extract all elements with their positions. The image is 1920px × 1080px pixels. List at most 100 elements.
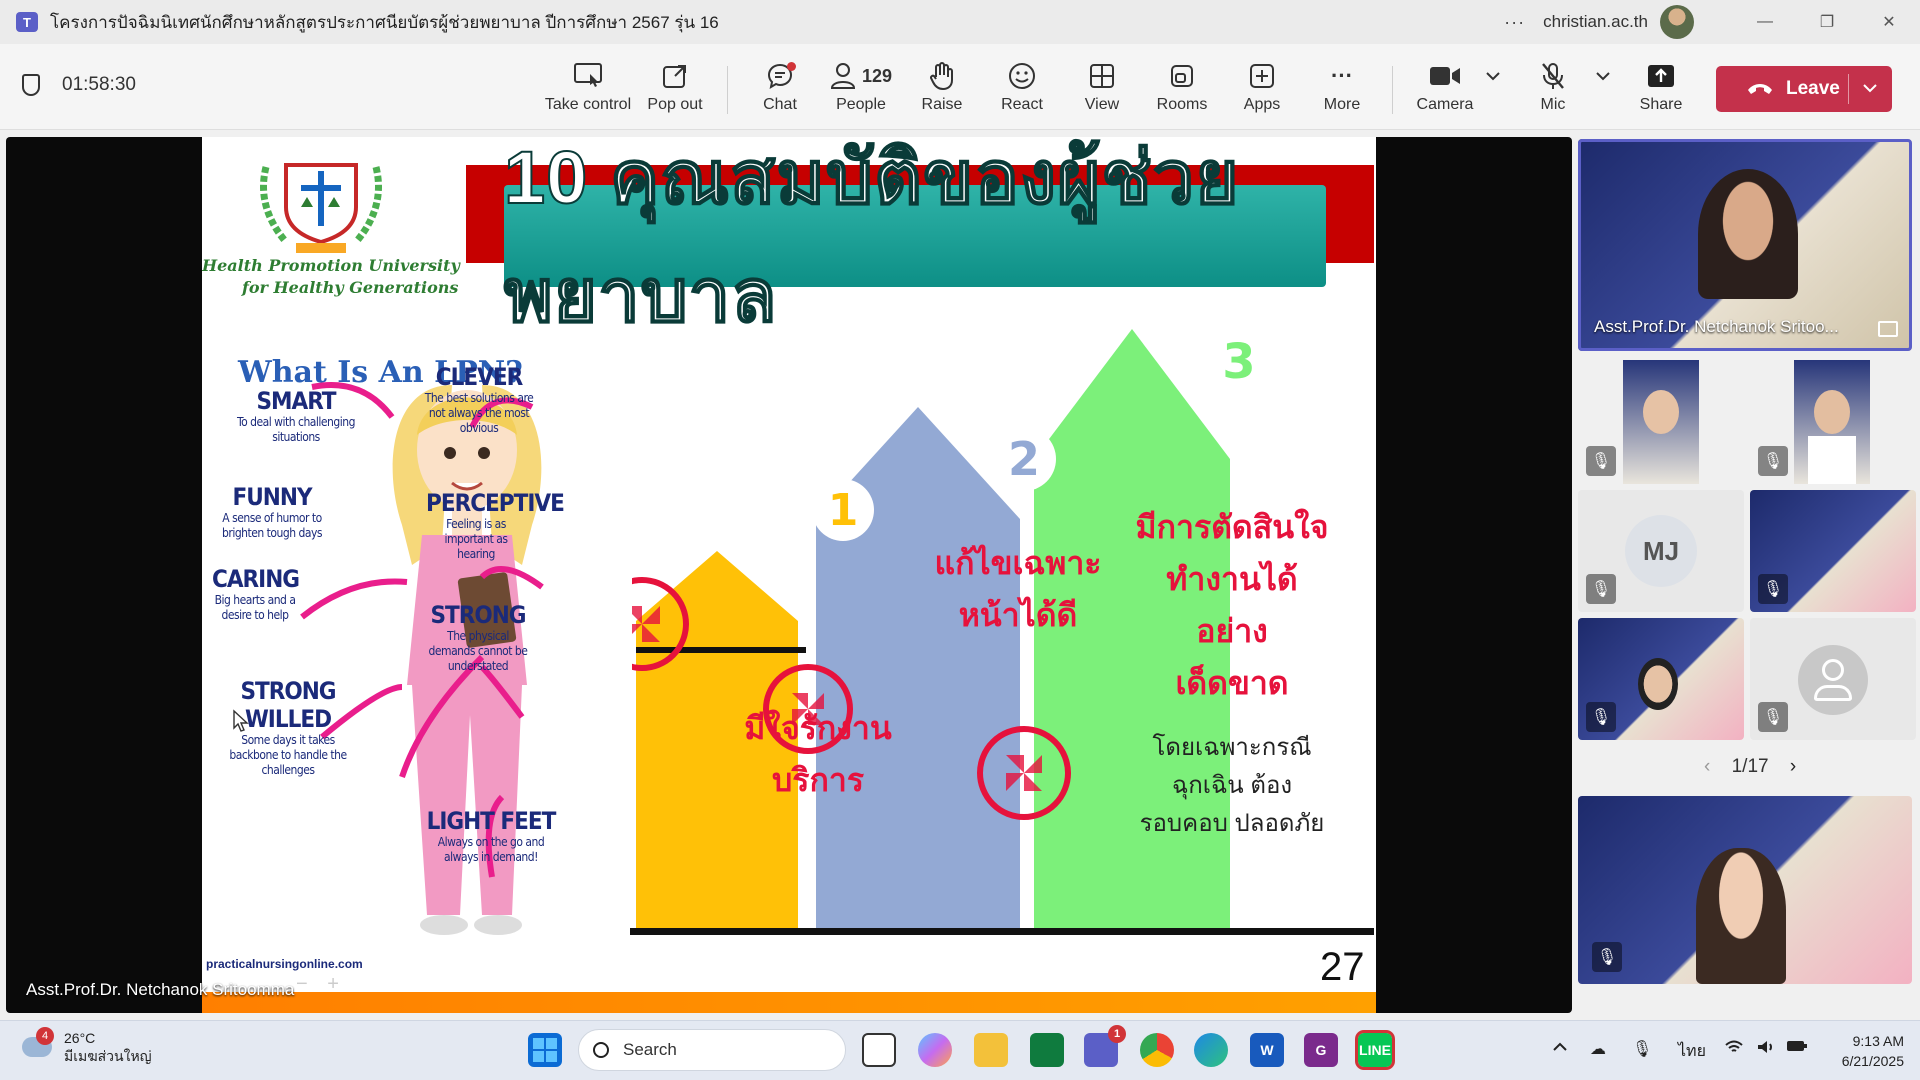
participant-tile[interactable]: MJ 🎙 [1578, 490, 1744, 612]
view-label: View [1084, 96, 1120, 113]
cloud-icon: 4 [22, 1027, 54, 1057]
word-icon[interactable]: W [1250, 1033, 1284, 1067]
store-app-icon[interactable] [1030, 1033, 1064, 1067]
more-button[interactable]: ··· More [1297, 58, 1387, 114]
view-button[interactable]: View [1057, 58, 1147, 114]
chevron-down-icon [1588, 58, 1618, 94]
meeting-timer: 01:58:30 [22, 74, 136, 96]
teams-taskbar-icon[interactable]: 1 [1084, 1025, 1126, 1067]
trait-sub: Big hearts and a desire to help [214, 593, 296, 622]
arrow-2-number: 2 [992, 427, 1056, 491]
pager-prev-icon[interactable]: ‹ [1704, 756, 1710, 777]
source-website: practicalnursingonline.com [206, 957, 363, 971]
mic-off-icon: 🎙 [1758, 446, 1788, 476]
people-button[interactable]: 129 People [816, 58, 906, 114]
trait-sub: To deal with challenging situations [237, 415, 355, 444]
shield-icon [22, 74, 40, 96]
arrow-1-line-1: มีใจรักงาน [744, 710, 892, 746]
onedrive-icon[interactable]: ☁ [1590, 1039, 1606, 1059]
hang-up-icon [1746, 78, 1774, 101]
raise-label: Raise [921, 96, 963, 113]
chat-button[interactable]: Chat [735, 58, 825, 114]
account-name[interactable]: christian.ac.th [1543, 12, 1648, 32]
apps-label: Apps [1243, 96, 1281, 113]
trait-sub: Always on the go and always in demand! [437, 835, 545, 864]
pager-value: 1/17 [1731, 756, 1769, 777]
file-explorer-icon[interactable] [974, 1033, 1008, 1067]
minimize-button[interactable]: — [1734, 0, 1796, 44]
arrow-1-number: 1 [812, 479, 874, 541]
people-count: 129 [861, 65, 893, 86]
meeting-title: โครงการปัจฉิมนิเทศนักศึกษาหลักสูตรประกาศ… [50, 12, 719, 32]
restore-button[interactable]: ❐ [1796, 0, 1858, 44]
mic-button[interactable]: Mic [1508, 58, 1598, 114]
mic-muted-icon [1508, 58, 1598, 94]
pager-next-icon[interactable]: › [1790, 756, 1796, 777]
participant-tile[interactable]: 🎙 [1750, 618, 1916, 740]
edge-icon[interactable] [1194, 1033, 1228, 1067]
start-button[interactable] [528, 1033, 562, 1067]
apps-button[interactable]: Apps [1217, 58, 1307, 114]
trait-sub: The physical demands cannot be understat… [428, 629, 528, 673]
line-app-icon[interactable]: LINE [1355, 1030, 1395, 1070]
participant-tile[interactable]: 🎙 [1750, 360, 1916, 484]
camera-options-chevron[interactable] [1478, 58, 1508, 94]
camera-button[interactable]: Camera [1400, 58, 1490, 114]
take-control-button[interactable]: Take control [543, 58, 633, 114]
university-logo [246, 147, 396, 257]
share-button[interactable]: Share [1616, 58, 1706, 114]
toolbar-divider [727, 66, 728, 114]
presenter-tile-name: Asst.Prof.Dr. Netchanok Sritoo... [1594, 317, 1839, 336]
leave-options-chevron[interactable] [1862, 80, 1878, 98]
shared-screen-stage[interactable]: Health Promotion University for Healthy … [6, 137, 1572, 1013]
slide-footer-bar [202, 992, 1376, 1013]
rooms-button[interactable]: Rooms [1137, 58, 1227, 114]
zoom-out-icon[interactable]: − [296, 973, 308, 995]
trait-head: SMART [256, 387, 336, 415]
mic-options-chevron[interactable] [1588, 58, 1618, 94]
chrome-icon[interactable] [1140, 1033, 1174, 1067]
participant-video [1794, 360, 1870, 484]
input-language[interactable]: ไทย [1678, 1039, 1706, 1064]
trait-strong: STRONG The physical demands cannot be un… [428, 601, 528, 674]
mic-off-icon: 🎙 [1592, 942, 1622, 972]
pop-out-icon [630, 58, 720, 94]
participant-tile-presenter[interactable]: Asst.Prof.Dr. Netchanok Sritoo... [1578, 139, 1912, 351]
wifi-icon[interactable] [1724, 1039, 1744, 1060]
default-avatar-icon [1798, 645, 1868, 715]
raise-hand-button[interactable]: Raise [897, 58, 987, 114]
zoom-controls[interactable]: − + [296, 973, 339, 996]
close-button[interactable]: ✕ [1858, 0, 1920, 44]
react-button[interactable]: React [977, 58, 1067, 114]
windows-taskbar: 4 26°C มีเมฆส่วนใหญ่ Search 1 W G LINE ☁… [0, 1020, 1920, 1080]
more-options-icon[interactable]: ··· [1504, 12, 1525, 33]
chevron-up-icon[interactable] [1552, 1039, 1568, 1057]
teams-badge: 1 [1108, 1025, 1126, 1043]
participants-panel: Asst.Prof.Dr. Netchanok Sritoo... 🎙 🎙 MJ… [1576, 137, 1920, 1013]
mic-muted-tray-icon[interactable]: 🎙 [1632, 1039, 1652, 1059]
participant-tile[interactable]: 🎙 [1578, 360, 1744, 484]
participant-tile[interactable]: 🎙 [1750, 490, 1916, 612]
account-avatar[interactable] [1660, 5, 1694, 39]
battery-icon[interactable] [1786, 1039, 1808, 1058]
task-view-icon[interactable] [862, 1033, 896, 1067]
copilot-icon[interactable] [918, 1033, 952, 1067]
leave-button[interactable]: Leave [1716, 66, 1892, 112]
participant-face [1638, 658, 1678, 710]
zoom-in-icon[interactable]: + [327, 973, 339, 995]
weather-widget[interactable]: 4 26°C มีเมฆส่วนใหญ่ [22, 1027, 152, 1065]
taskbar-search[interactable]: Search [578, 1029, 846, 1071]
participant-shirt [1808, 436, 1856, 484]
system-clock[interactable]: 9:13 AM 6/21/2025 [1822, 1031, 1904, 1071]
participant-tile[interactable]: 🎙 [1578, 618, 1744, 740]
participant-initials: MJ [1625, 515, 1697, 587]
arrow-2-line-2: หน้าได้ดี [958, 597, 1078, 633]
pop-out-button[interactable]: Pop out [630, 58, 720, 114]
self-view-tile[interactable]: 🎙 [1578, 796, 1912, 984]
volume-icon[interactable] [1756, 1039, 1776, 1060]
chat-unread-dot [787, 62, 796, 71]
pdf-app-icon[interactable]: G [1304, 1033, 1338, 1067]
take-control-label: Take control [544, 96, 632, 113]
mouse-cursor-icon [233, 709, 249, 732]
arrow-3-line-2: ทำงานได้อย่าง [1166, 561, 1298, 649]
